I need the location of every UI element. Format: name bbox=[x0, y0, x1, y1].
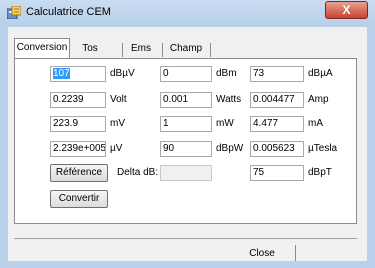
dbpt-unit: dBpT bbox=[308, 167, 332, 178]
tab-ems[interactable]: Ems bbox=[124, 40, 158, 58]
mv-unit: mV bbox=[110, 118, 125, 129]
dbua-unit: dBµA bbox=[308, 68, 333, 79]
reference-button[interactable]: Référence bbox=[50, 164, 108, 182]
app-icon bbox=[7, 6, 21, 19]
tab-conversion[interactable]: Conversion bbox=[14, 38, 70, 58]
ma-unit: mA bbox=[308, 118, 323, 129]
utesla-unit: µTesla bbox=[308, 143, 338, 154]
delta-db-label: Delta dB: bbox=[117, 167, 159, 178]
close-button[interactable]: Close bbox=[228, 247, 296, 261]
mv-input[interactable]: 223.9 bbox=[50, 116, 106, 132]
watts-input[interactable]: 0.001 bbox=[160, 92, 212, 108]
delta-db-input[interactable] bbox=[160, 165, 212, 181]
dbpw-input[interactable]: 90 bbox=[160, 141, 212, 157]
uv-input[interactable]: 2.239e+005 bbox=[50, 141, 106, 157]
dbuv-input[interactable]: 107 bbox=[50, 66, 106, 82]
window-title: Calculatrice CEM bbox=[26, 6, 111, 18]
footer-divider bbox=[14, 238, 357, 239]
tab-separator bbox=[210, 43, 211, 57]
dbpw-unit: dBpW bbox=[216, 143, 244, 154]
dbua-input[interactable]: 73 bbox=[250, 66, 304, 82]
tab-champ[interactable]: Champ bbox=[164, 40, 208, 58]
watts-unit: Watts bbox=[216, 94, 242, 105]
dbpt-input[interactable]: 75 bbox=[250, 165, 304, 181]
tab-separator bbox=[122, 43, 123, 57]
ma-input[interactable]: 4.477 bbox=[250, 116, 304, 132]
volt-input[interactable]: 0.2239 bbox=[50, 92, 106, 108]
mw-input[interactable]: 1 bbox=[160, 116, 212, 132]
dbm-unit: dBm bbox=[216, 68, 237, 79]
footer-separator bbox=[295, 245, 296, 261]
window-close-button[interactable]: X bbox=[325, 1, 368, 19]
app-window: Calculatrice CEM X Conversion Tos Ems Ch… bbox=[0, 0, 375, 268]
dbuv-unit: dBµV bbox=[110, 68, 135, 79]
tab-separator bbox=[162, 43, 163, 57]
dbm-input[interactable]: 0 bbox=[160, 66, 212, 82]
convert-button[interactable]: Convertir bbox=[50, 190, 108, 208]
volt-unit: Volt bbox=[110, 94, 127, 105]
mw-unit: mW bbox=[216, 118, 234, 129]
title-bar[interactable]: Calculatrice CEM X bbox=[0, 0, 375, 26]
utesla-input[interactable]: 0.005623 bbox=[250, 141, 304, 157]
amp-unit: Amp bbox=[308, 94, 329, 105]
amp-input[interactable]: 0.004477 bbox=[250, 92, 304, 108]
uv-unit: µV bbox=[110, 143, 123, 154]
tab-tos[interactable]: Tos bbox=[71, 40, 109, 58]
